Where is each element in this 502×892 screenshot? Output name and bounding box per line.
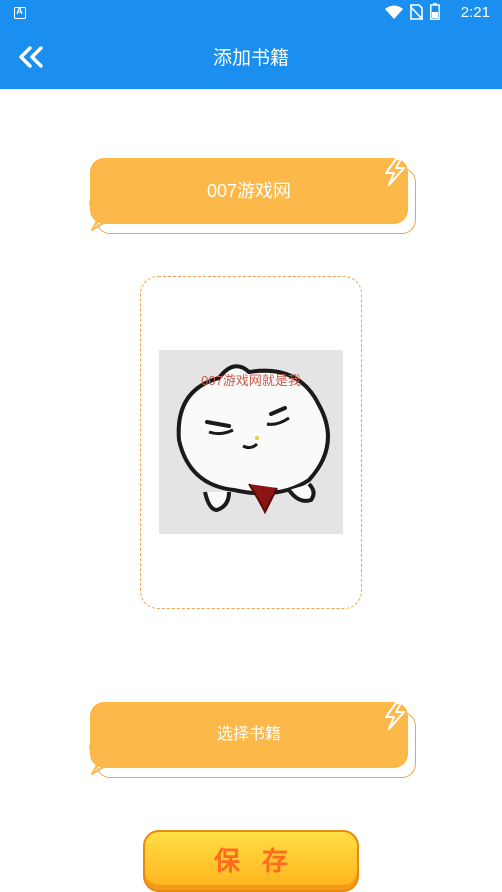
battery-icon — [430, 3, 440, 25]
app-notification-icon: A — [14, 6, 26, 19]
cover-caption: 007游戏网就是我 — [201, 373, 301, 388]
select-book-button[interactable]: 选择书籍 — [88, 702, 418, 780]
app-bar: 添加书籍 — [0, 28, 502, 89]
status-icons — [385, 3, 440, 25]
double-chevron-left-icon — [18, 45, 44, 73]
book-name-field[interactable]: 007游戏网 — [88, 158, 418, 236]
cover-image[interactable]: 007游戏网就是我 — [159, 350, 343, 534]
status-time: 2:21 — [460, 4, 490, 21]
save-button[interactable]: 保存 — [143, 830, 359, 892]
wifi-icon — [385, 5, 403, 24]
lightning-icon — [385, 158, 405, 186]
add-book-screen: A 2:21 添加书籍 007游戏网 007游戏网就是我 选择书籍 保存 — [0, 0, 502, 892]
lightning-icon — [89, 191, 106, 231]
select-book-label: 选择书籍 — [216, 726, 281, 743]
lightning-icon — [385, 702, 405, 730]
status-bar: A 2:21 — [0, 0, 502, 28]
lightning-icon — [89, 735, 106, 775]
page-title: 添加书籍 — [212, 48, 289, 69]
save-button-label: 保存 — [213, 846, 310, 876]
app-notification-badge: A — [16, 6, 23, 16]
book-name-label: 007游戏网 — [206, 181, 292, 201]
back-button[interactable] — [14, 42, 48, 76]
no-sim-icon — [409, 3, 424, 25]
